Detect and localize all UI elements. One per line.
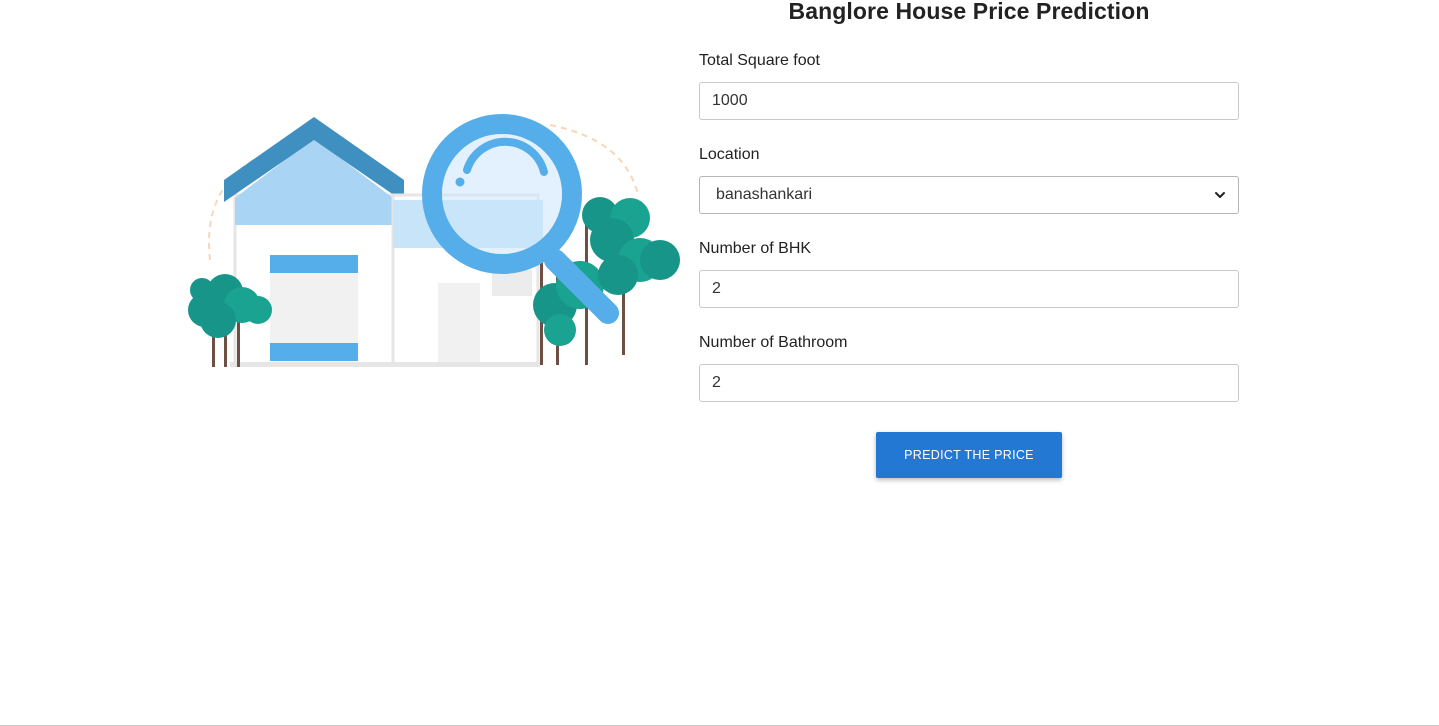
location-selected-value: banashankari xyxy=(716,186,813,203)
sqft-input[interactable] xyxy=(699,82,1239,120)
house-search-illustration xyxy=(188,114,680,367)
bhk-label: Number of BHK xyxy=(699,240,812,257)
location-label: Location xyxy=(699,146,760,163)
page-title: Banglore House Price Prediction xyxy=(788,0,1150,24)
chevron-down-icon xyxy=(1215,192,1225,198)
bathroom-input[interactable] xyxy=(699,364,1239,402)
predict-price-button[interactable]: PREDICT THE PRICE xyxy=(876,432,1062,478)
bathroom-label: Number of Bathroom xyxy=(699,334,848,351)
sqft-label: Total Square foot xyxy=(699,52,820,69)
location-select[interactable]: banashankari xyxy=(699,176,1239,214)
bhk-input[interactable] xyxy=(699,270,1239,308)
page: Banglore House Price Prediction Total Sq… xyxy=(0,0,1439,726)
